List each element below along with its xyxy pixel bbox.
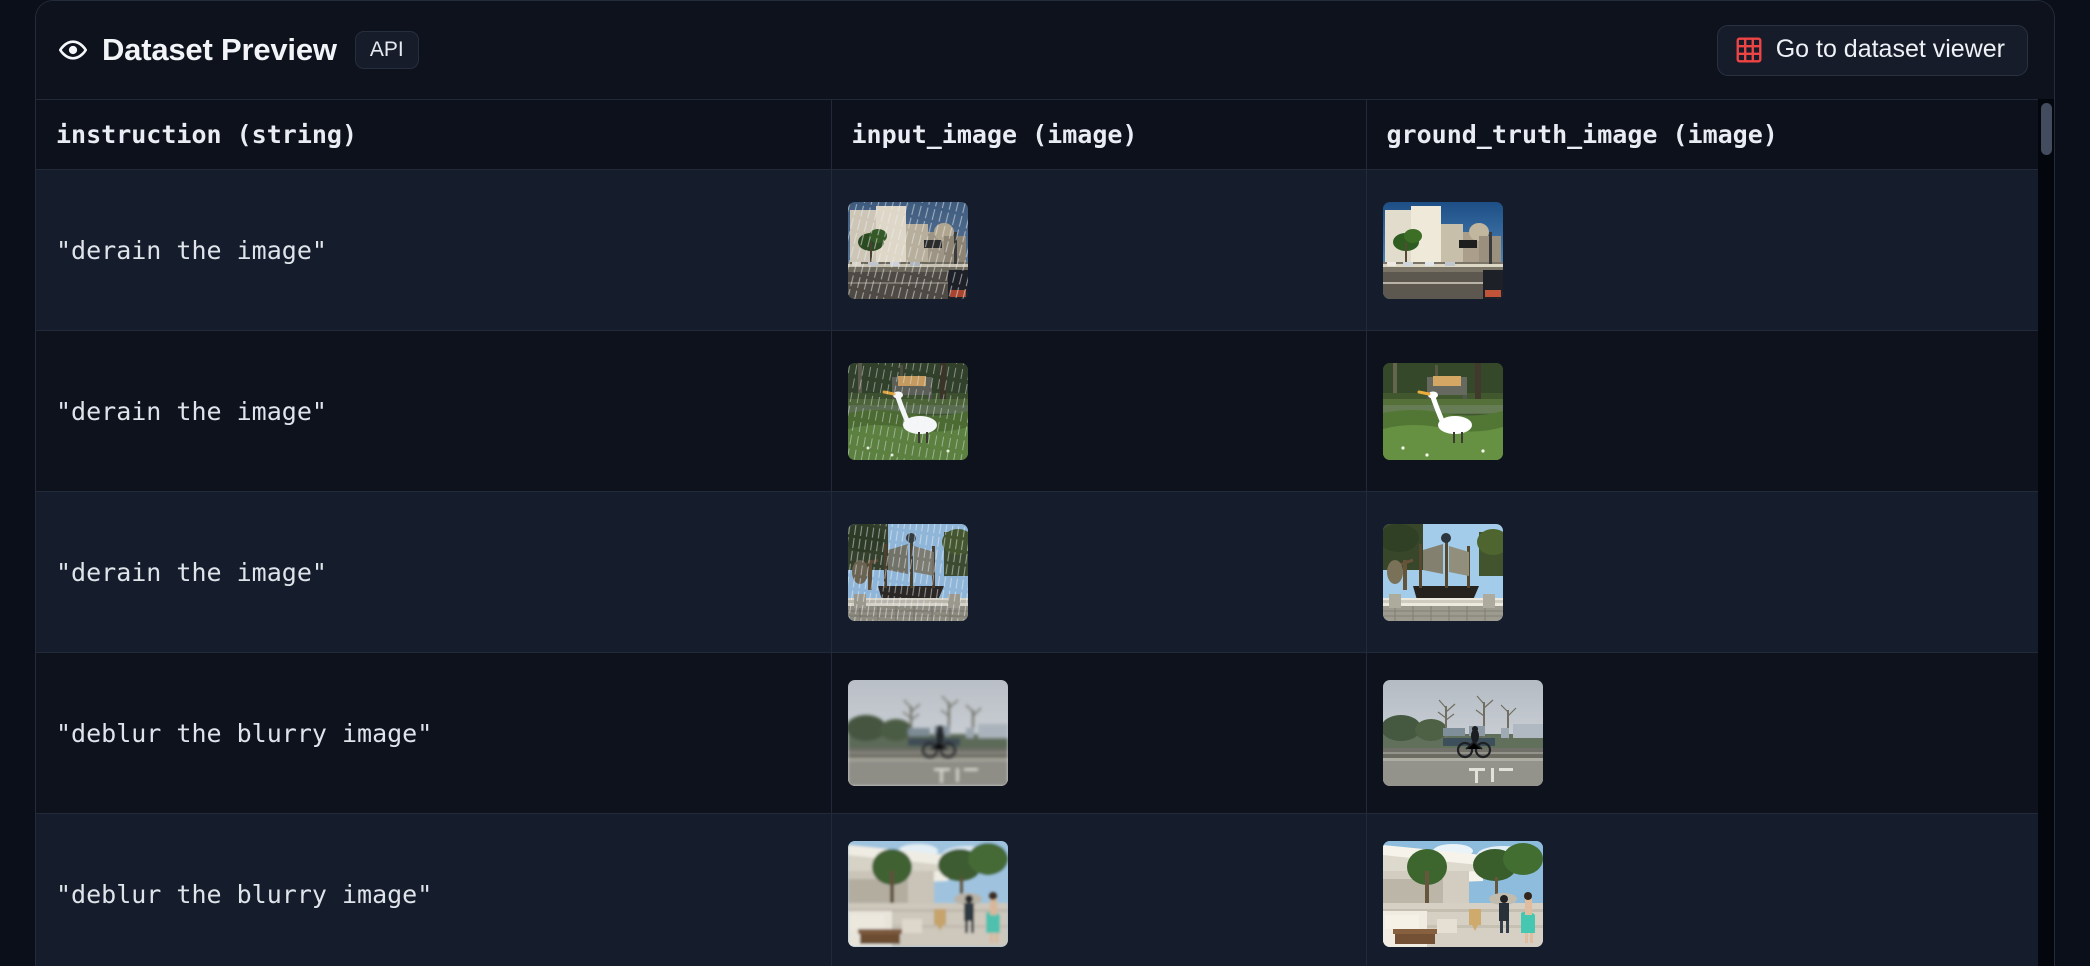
page-title: Dataset Preview: [102, 32, 337, 67]
table-row[interactable]: "derain the image": [36, 169, 2054, 331]
thumbnail-rainy-egret[interactable]: [847, 362, 968, 460]
table-grid-icon: [1736, 37, 1762, 63]
table-row[interactable]: "deblur the blurry image": [36, 652, 2054, 814]
thumbnail-sharp-road-cyclist[interactable]: [1382, 680, 1543, 786]
preview-header-left: Dataset Preview API: [58, 31, 419, 69]
vertical-scrollbar-thumb[interactable]: [2041, 103, 2052, 155]
table-header-row: instruction (string) input_image (image)…: [36, 99, 2054, 170]
table-row[interactable]: "derain the image": [36, 491, 2054, 653]
preview-header: Dataset Preview API Go to dataset viewer: [36, 1, 2054, 99]
table-header: instruction (string) input_image (image)…: [36, 99, 2054, 170]
table-row[interactable]: "deblur the blurry image": [36, 813, 2054, 966]
column-header-input-image[interactable]: input_image (image): [831, 99, 1367, 170]
cell-input-image: [831, 491, 1367, 653]
thumbnail-sharp-promenade[interactable]: [1382, 841, 1543, 947]
cell-instruction: "derain the image": [36, 169, 832, 331]
cell-ground-truth-image: [1366, 169, 2054, 331]
thumbnail-blurry-road-cyclist[interactable]: [847, 680, 1008, 786]
dataset-preview-table-wrap: instruction (string) input_image (image)…: [36, 99, 2054, 966]
cell-instruction: "derain the image": [36, 330, 832, 492]
eye-icon: [58, 35, 88, 65]
cell-input-image: [831, 330, 1367, 492]
cell-input-image: [831, 169, 1367, 331]
thumbnail-clear-city-street[interactable]: [1382, 201, 1503, 299]
table-row[interactable]: "derain the image": [36, 330, 2054, 492]
cell-input-image: [831, 813, 1367, 966]
vertical-scrollbar-track[interactable]: [2038, 99, 2054, 966]
go-to-dataset-viewer-button[interactable]: Go to dataset viewer: [1716, 24, 2028, 76]
cell-ground-truth-image: [1366, 652, 2054, 814]
cell-instruction: "deblur the blurry image": [36, 813, 832, 966]
thumbnail-blurry-promenade[interactable]: [847, 841, 1008, 947]
preview-header-right: Go to dataset viewer: [1716, 24, 2028, 76]
column-header-ground-truth-image[interactable]: ground_truth_image (image): [1366, 99, 2054, 170]
cell-ground-truth-image: [1366, 330, 2054, 492]
cell-instruction: "deblur the blurry image": [36, 652, 832, 814]
thumbnail-clear-pirate-ship[interactable]: [1382, 523, 1503, 621]
dataset-preview-table: instruction (string) input_image (image)…: [36, 99, 2054, 966]
dataset-preview-page: Dataset Preview API Go to dataset viewer…: [0, 0, 2090, 966]
thumbnail-clear-egret[interactable]: [1382, 362, 1503, 460]
cell-instruction: "derain the image": [36, 491, 832, 653]
cell-ground-truth-image: [1366, 491, 2054, 653]
cell-ground-truth-image: [1366, 813, 2054, 966]
dataset-preview-panel: Dataset Preview API Go to dataset viewer…: [35, 0, 2055, 966]
go-to-dataset-viewer-label: Go to dataset viewer: [1775, 35, 2005, 63]
api-button[interactable]: API: [354, 31, 419, 69]
cell-input-image: [831, 652, 1367, 814]
column-header-instruction[interactable]: instruction (string): [36, 99, 832, 170]
table-body: "derain the image" "derain the image" "d…: [36, 169, 2054, 966]
thumbnail-rainy-pirate-ship[interactable]: [847, 523, 968, 621]
thumbnail-rainy-city-street[interactable]: [847, 201, 968, 299]
